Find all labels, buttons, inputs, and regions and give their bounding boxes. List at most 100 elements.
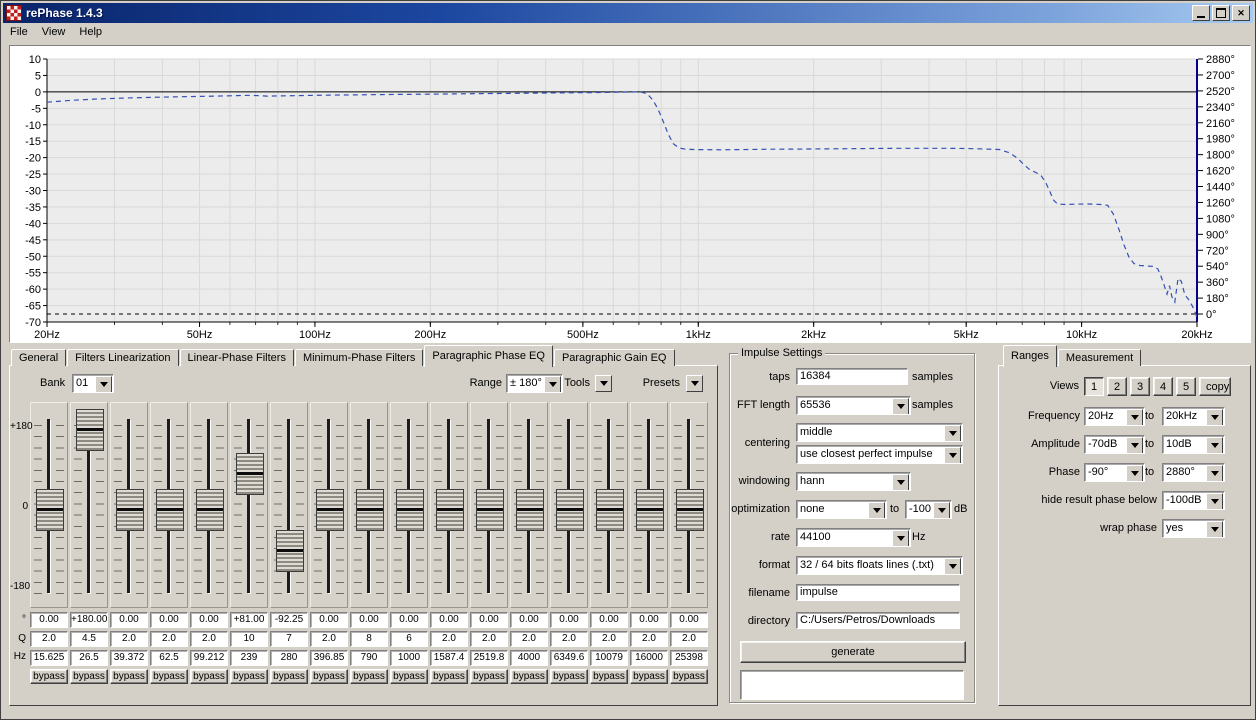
- hz-value-box[interactable]: 10079: [590, 650, 628, 666]
- hz-value-box[interactable]: 2519.8: [470, 650, 508, 666]
- slider-thumb[interactable]: [596, 489, 624, 531]
- bypass-button[interactable]: bypass: [230, 669, 268, 684]
- bypass-button[interactable]: bypass: [510, 669, 548, 684]
- fft-combo-arrow-icon[interactable]: [892, 398, 909, 415]
- q-value-box[interactable]: 2.0: [430, 631, 468, 647]
- q-value-box[interactable]: 2.0: [30, 631, 68, 647]
- hz-value-box[interactable]: 39.372: [110, 650, 148, 666]
- degrees-value-box[interactable]: 0.00: [190, 612, 228, 628]
- phase-to-arrow-icon[interactable]: [1206, 465, 1223, 482]
- tab-paragraphic-gain-eq[interactable]: Paragraphic Gain EQ: [554, 349, 675, 366]
- presets-dropdown[interactable]: [686, 375, 703, 392]
- format-arrow-icon[interactable]: [944, 558, 961, 575]
- format-combo[interactable]: 32 / 64 bits floats lines (.txt): [796, 556, 963, 575]
- slider-thumb[interactable]: [516, 489, 544, 531]
- menu-item-file[interactable]: File: [3, 24, 35, 40]
- degrees-value-box[interactable]: 0.00: [670, 612, 708, 628]
- tab-filters-linearization[interactable]: Filters Linearization: [67, 349, 178, 366]
- wrap-phase-arrow-icon[interactable]: [1206, 521, 1223, 538]
- hz-value-box[interactable]: 1000: [390, 650, 428, 666]
- optimization-combo[interactable]: none: [796, 500, 887, 519]
- slider-thumb[interactable]: [276, 530, 304, 572]
- menu-item-view[interactable]: View: [35, 24, 73, 40]
- view-button-1[interactable]: 1: [1084, 377, 1104, 396]
- slider-thumb[interactable]: [436, 489, 464, 531]
- hz-value-box[interactable]: 25398: [670, 650, 708, 666]
- q-value-box[interactable]: 2.0: [510, 631, 548, 647]
- degrees-value-box[interactable]: +180.00: [70, 612, 108, 628]
- hz-value-box[interactable]: 26.5: [70, 650, 108, 666]
- phase-slider-10[interactable]: [390, 402, 428, 608]
- windowing-combo[interactable]: hann: [796, 472, 911, 491]
- hz-value-box[interactable]: 396.85: [310, 650, 348, 666]
- degrees-value-box[interactable]: 0.00: [150, 612, 188, 628]
- windowing-arrow-icon[interactable]: [892, 474, 909, 491]
- q-value-box[interactable]: 6: [390, 631, 428, 647]
- tab-linear-phase-filters[interactable]: Linear-Phase Filters: [180, 349, 294, 366]
- centering-mode-combo[interactable]: use closest perfect impulse: [796, 445, 963, 464]
- degrees-value-box[interactable]: 0.00: [430, 612, 468, 628]
- optimization-level-combo[interactable]: -100: [905, 500, 952, 519]
- degrees-value-box[interactable]: 0.00: [510, 612, 548, 628]
- phase-slider-16[interactable]: [630, 402, 668, 608]
- hide-result-phase-arrow-icon[interactable]: [1206, 493, 1223, 510]
- q-value-box[interactable]: 2.0: [310, 631, 348, 647]
- centering-combo-arrow-icon[interactable]: [944, 425, 961, 442]
- hz-value-box[interactable]: 99.212: [190, 650, 228, 666]
- phase-slider-12[interactable]: [470, 402, 508, 608]
- amplitude-to-arrow-icon[interactable]: [1206, 437, 1223, 454]
- phase-slider-3[interactable]: [110, 402, 148, 608]
- phase-slider-5[interactable]: [190, 402, 228, 608]
- rate-combo[interactable]: 44100: [796, 528, 911, 547]
- slider-thumb[interactable]: [316, 489, 344, 531]
- slider-thumb[interactable]: [76, 409, 104, 451]
- hz-value-box[interactable]: 6349.6: [550, 650, 588, 666]
- q-value-box[interactable]: 7: [270, 631, 308, 647]
- maximize-button[interactable]: [1212, 5, 1230, 21]
- degrees-value-box[interactable]: 0.00: [590, 612, 628, 628]
- degrees-value-box[interactable]: -92.25: [270, 612, 308, 628]
- fft-length-combo[interactable]: 65536: [796, 396, 911, 415]
- q-value-box[interactable]: 2.0: [110, 631, 148, 647]
- hz-value-box[interactable]: 4000: [510, 650, 548, 666]
- phase-slider-15[interactable]: [590, 402, 628, 608]
- bypass-button[interactable]: bypass: [270, 669, 308, 684]
- directory-input[interactable]: [796, 612, 960, 629]
- degrees-value-box[interactable]: 0.00: [30, 612, 68, 628]
- hz-value-box[interactable]: 62.5: [150, 650, 188, 666]
- degrees-value-box[interactable]: 0.00: [350, 612, 388, 628]
- amplitude-from-combo[interactable]: -70dB: [1084, 435, 1145, 454]
- view-button-3[interactable]: 3: [1130, 377, 1150, 396]
- phase-slider-11[interactable]: [430, 402, 468, 608]
- optimization-level-arrow-icon[interactable]: [933, 502, 950, 519]
- frequency-to-arrow-icon[interactable]: [1206, 409, 1223, 426]
- taps-input[interactable]: [796, 368, 908, 385]
- slider-thumb[interactable]: [676, 489, 704, 531]
- q-value-box[interactable]: 2.0: [550, 631, 588, 647]
- bank-combo[interactable]: 01: [72, 374, 114, 393]
- slider-thumb[interactable]: [476, 489, 504, 531]
- phase-slider-2[interactable]: [70, 402, 108, 608]
- bypass-button[interactable]: bypass: [310, 669, 348, 684]
- phase-from-combo[interactable]: -90°: [1084, 463, 1145, 482]
- bypass-button[interactable]: bypass: [150, 669, 188, 684]
- q-value-box[interactable]: 2.0: [150, 631, 188, 647]
- amplitude-to-combo[interactable]: 10dB: [1162, 435, 1225, 454]
- q-value-box[interactable]: 2.0: [630, 631, 668, 647]
- bypass-button[interactable]: bypass: [30, 669, 68, 684]
- hz-value-box[interactable]: 1587.4: [430, 650, 468, 666]
- close-button[interactable]: ✕: [1232, 5, 1250, 21]
- degrees-value-box[interactable]: 0.00: [550, 612, 588, 628]
- phase-slider-13[interactable]: [510, 402, 548, 608]
- bypass-button[interactable]: bypass: [670, 669, 708, 684]
- phase-slider-4[interactable]: [150, 402, 188, 608]
- q-value-box[interactable]: 4.5: [70, 631, 108, 647]
- tab-general[interactable]: General: [11, 349, 66, 366]
- hz-value-box[interactable]: 16000: [630, 650, 668, 666]
- bypass-button[interactable]: bypass: [550, 669, 588, 684]
- amplitude-from-arrow-icon[interactable]: [1126, 437, 1143, 454]
- degrees-value-box[interactable]: 0.00: [110, 612, 148, 628]
- bypass-button[interactable]: bypass: [590, 669, 628, 684]
- slider-thumb[interactable]: [396, 489, 424, 531]
- degrees-value-box[interactable]: 0.00: [310, 612, 348, 628]
